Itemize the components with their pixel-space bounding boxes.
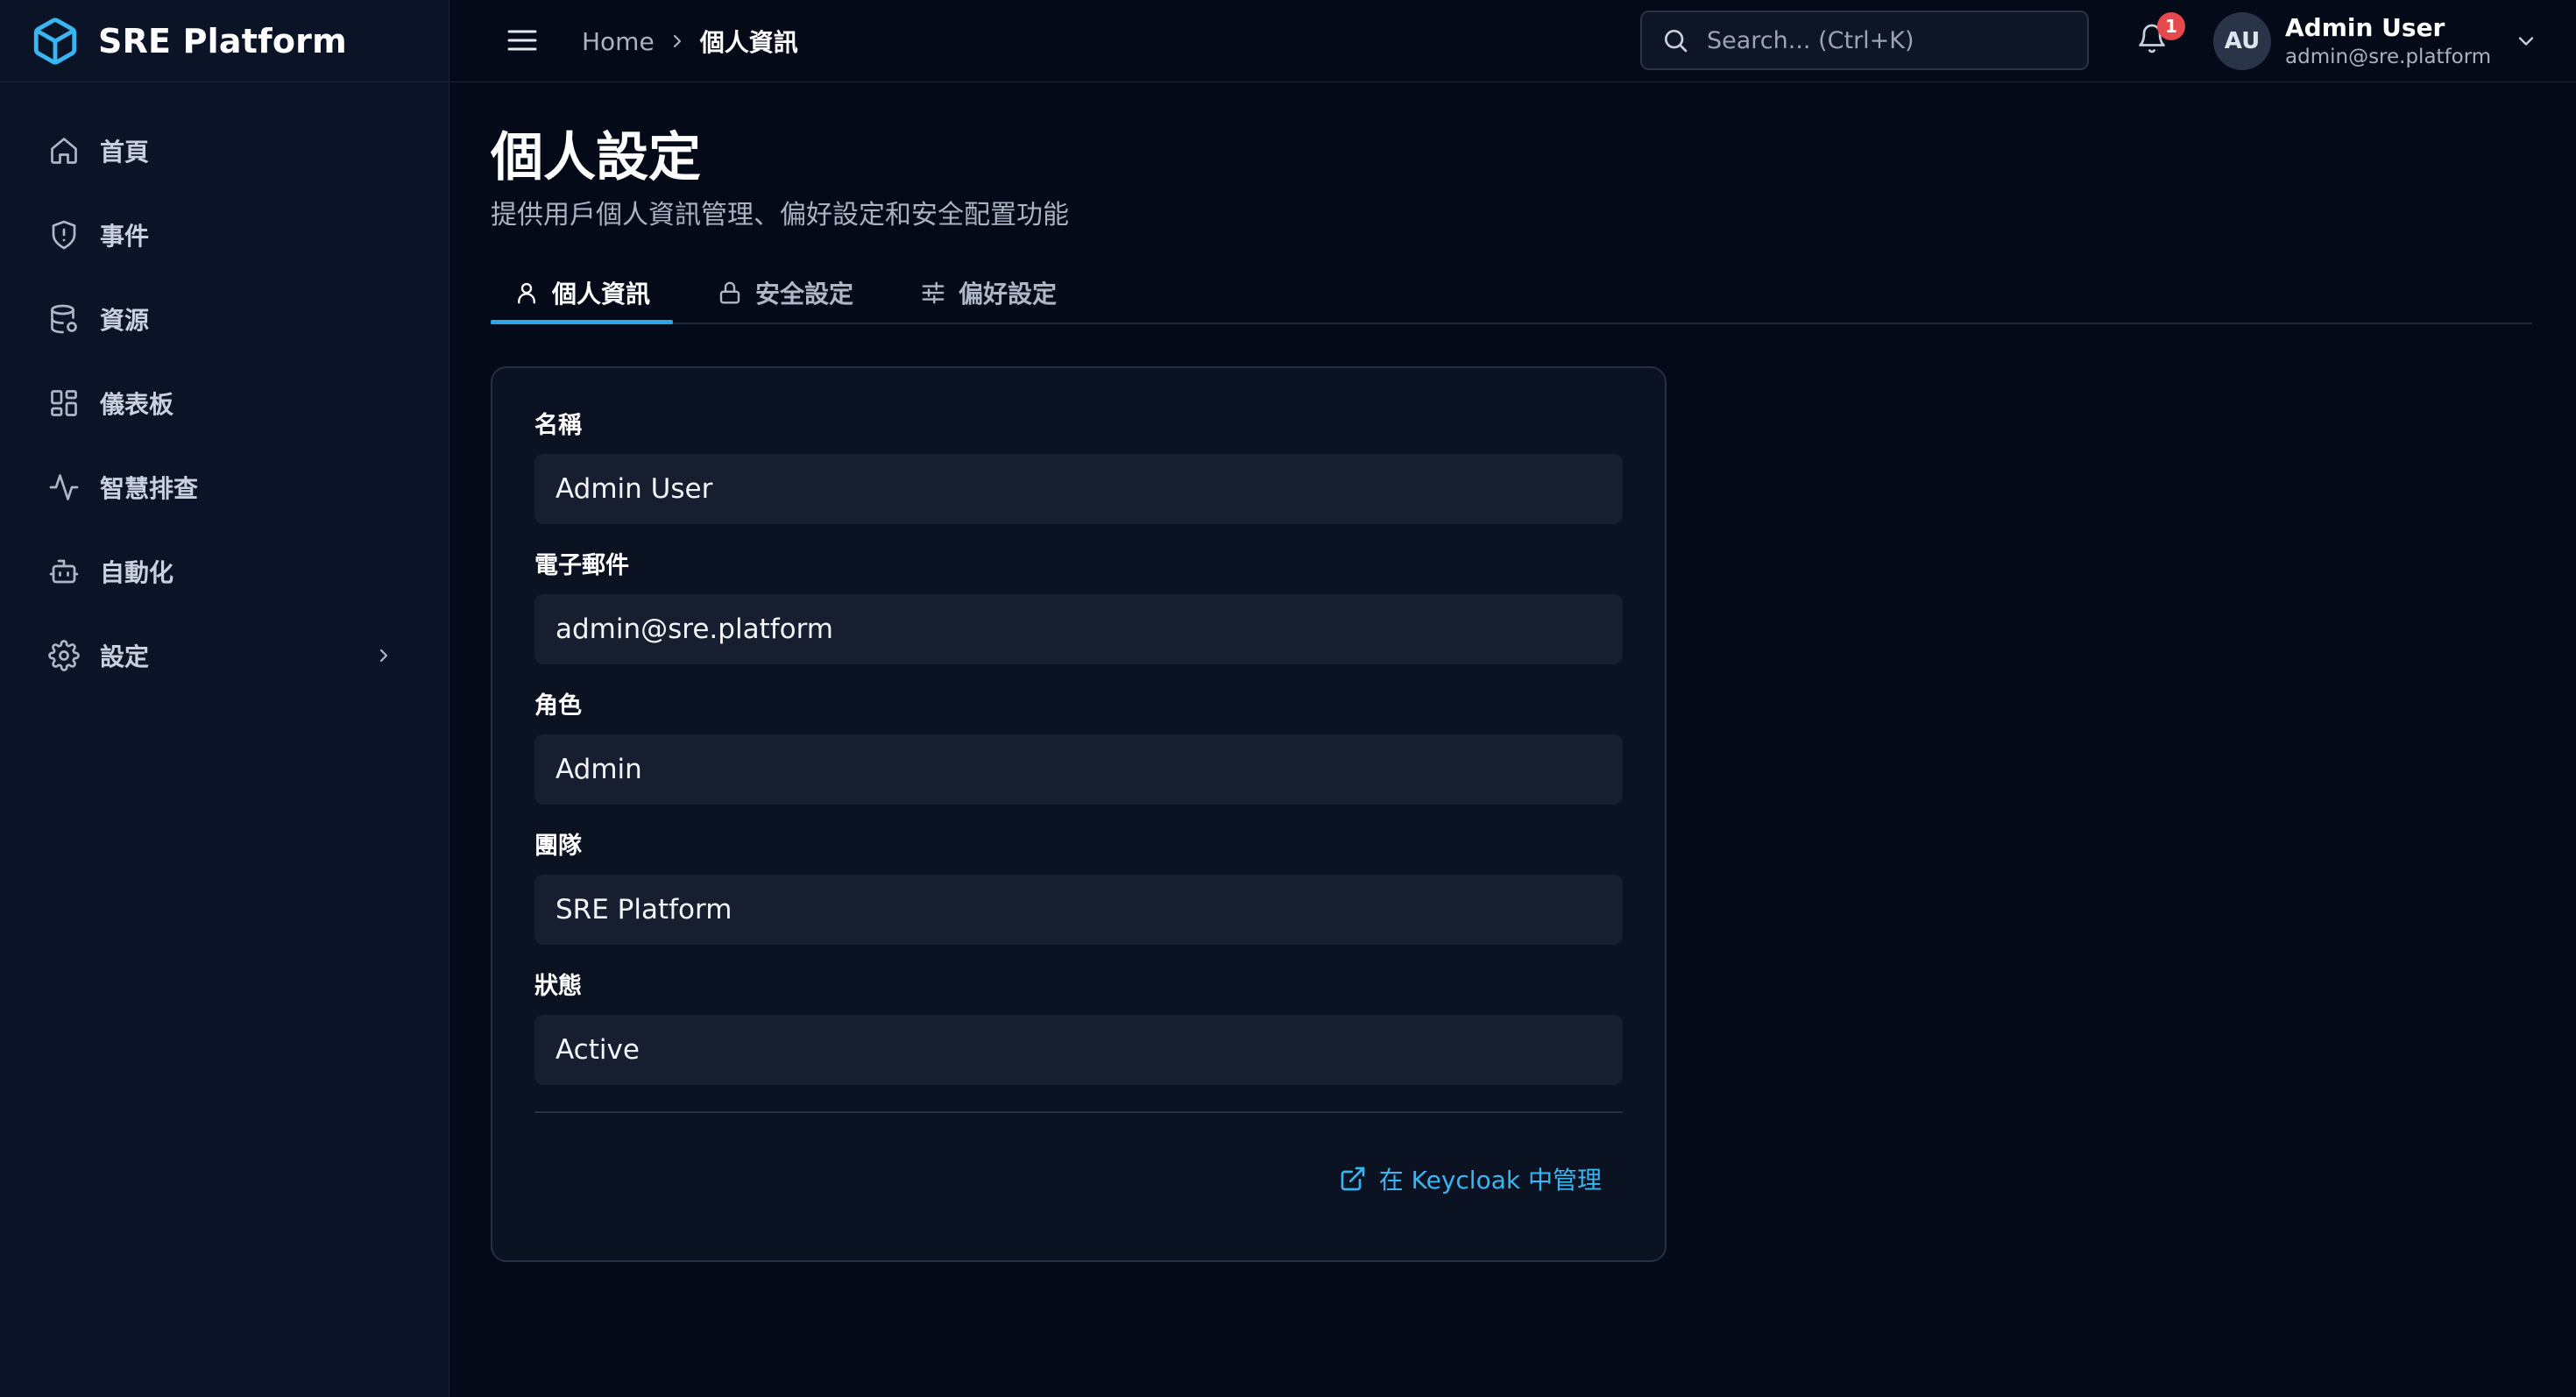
external-link-icon — [1339, 1165, 1367, 1193]
dashboard-grid-icon — [47, 386, 81, 420]
field-name: 名稱 Admin User — [534, 410, 1623, 524]
main-content: 個人設定 提供用戶個人資訊管理、偏好設定和安全配置功能 個人資訊 安全設定 偏好… — [491, 82, 2532, 1262]
card-footer: 在 Keycloak 中管理 — [534, 1113, 1623, 1245]
tab-security[interactable]: 安全設定 — [694, 265, 876, 321]
breadcrumb-home-link[interactable]: Home — [582, 27, 655, 56]
field-status: 狀態 Active — [534, 971, 1623, 1085]
chevron-right-icon — [667, 31, 688, 52]
field-label: 狀態 — [534, 973, 582, 1000]
tab-personal-info[interactable]: 個人資訊 — [491, 265, 674, 324]
field-team: 團隊 SRE Platform — [534, 831, 1623, 945]
hamburger-menu-icon — [505, 23, 540, 58]
tab-bar: 個人資訊 安全設定 偏好設定 — [491, 265, 2532, 324]
app-root: SRE Platform 首頁 事件 資源 儀表板 智慧排查 自動化 設定 Ho… — [0, 0, 2576, 1397]
field-value: Admin — [534, 734, 1623, 805]
field-value: Active — [534, 1015, 1623, 1085]
sidebar-item-incidents[interactable]: 事件 — [21, 207, 428, 263]
field-label: 名稱 — [534, 412, 582, 439]
top-header: Home 個人資訊 Search... (Ctrl+K) 1 AU Admin … — [449, 0, 2576, 82]
sidebar-item-label: 資源 — [100, 306, 150, 335]
sidebar-item-home[interactable]: 首頁 — [21, 123, 428, 179]
avatar: AU — [2213, 12, 2271, 70]
field-label: 角色 — [534, 692, 582, 720]
bot-icon — [47, 555, 81, 588]
sidebar-item-settings[interactable]: 設定 — [21, 628, 428, 684]
gear-icon — [47, 639, 81, 672]
sidebar-item-label: 事件 — [100, 222, 150, 251]
keycloak-link-label: 在 Keycloak 中管理 — [1378, 1166, 1602, 1195]
breadcrumb-current: 個人資訊 — [699, 28, 798, 57]
profile-card: 名稱 Admin User 電子郵件 admin@sre.platform 角色… — [491, 366, 1667, 1262]
field-label: 電子郵件 — [534, 552, 629, 579]
sidebar-item-resources[interactable]: 資源 — [21, 291, 428, 347]
notification-count-badge: 1 — [2157, 12, 2185, 40]
search-icon — [1661, 26, 1689, 54]
chevron-right-icon — [373, 645, 394, 666]
user-email: admin@sre.platform — [2285, 46, 2492, 68]
manage-in-keycloak-link[interactable]: 在 Keycloak 中管理 — [1339, 1161, 1602, 1196]
sidebar-item-label: 自動化 — [100, 558, 174, 587]
tab-label: 個人資訊 — [552, 280, 651, 308]
brand-name: SRE Platform — [98, 21, 347, 60]
field-value: Admin User — [534, 454, 1623, 524]
sidebar-item-label: 設定 — [100, 642, 150, 671]
field-role: 角色 Admin — [534, 691, 1623, 805]
sidebar-item-label: 首頁 — [100, 138, 150, 167]
lock-icon — [717, 280, 743, 306]
database-icon — [47, 302, 81, 336]
brand[interactable]: SRE Platform — [0, 0, 449, 82]
tab-label: 偏好設定 — [959, 280, 1058, 308]
shield-alert-icon — [47, 218, 81, 252]
sliders-icon — [920, 280, 946, 306]
search-input[interactable] — [1705, 25, 2059, 55]
tab-preferences[interactable]: 偏好設定 — [897, 265, 1079, 321]
tab-label: 安全設定 — [755, 280, 854, 308]
sidebar: SRE Platform 首頁 事件 資源 儀表板 智慧排查 自動化 設定 — [0, 0, 449, 1397]
field-email: 電子郵件 admin@sre.platform — [534, 550, 1623, 664]
chevron-down-icon — [2514, 29, 2538, 53]
sidebar-nav: 首頁 事件 資源 儀表板 智慧排查 自動化 設定 — [0, 82, 449, 684]
user-icon — [513, 280, 540, 306]
user-info: Admin User admin@sre.platform — [2285, 12, 2491, 70]
breadcrumb: Home 個人資訊 — [582, 0, 798, 82]
sidebar-item-smart-diagnosis[interactable]: 智慧排查 — [21, 459, 428, 515]
sidebar-item-automation[interactable]: 自動化 — [21, 543, 428, 599]
search-box[interactable] — [1640, 11, 2089, 70]
activity-pulse-icon — [47, 471, 81, 504]
field-label: 團隊 — [534, 833, 582, 860]
user-name: Admin User — [2285, 13, 2445, 42]
page-title: 個人設定 — [491, 127, 701, 188]
notifications-button[interactable]: 1 — [2127, 12, 2185, 63]
sidebar-item-label: 智慧排查 — [100, 474, 199, 503]
home-icon — [47, 134, 81, 167]
sidebar-item-label: 儀表板 — [100, 390, 174, 419]
field-value: SRE Platform — [534, 875, 1623, 945]
page-subtitle: 提供用戶個人資訊管理、偏好設定和安全配置功能 — [491, 200, 1069, 230]
cube-logo-icon — [30, 16, 81, 67]
sidebar-item-dashboards[interactable]: 儀表板 — [21, 375, 428, 431]
menu-toggle-button[interactable] — [501, 19, 543, 61]
user-menu[interactable]: AU Admin User admin@sre.platform — [2213, 9, 2538, 74]
field-value: admin@sre.platform — [534, 594, 1623, 664]
